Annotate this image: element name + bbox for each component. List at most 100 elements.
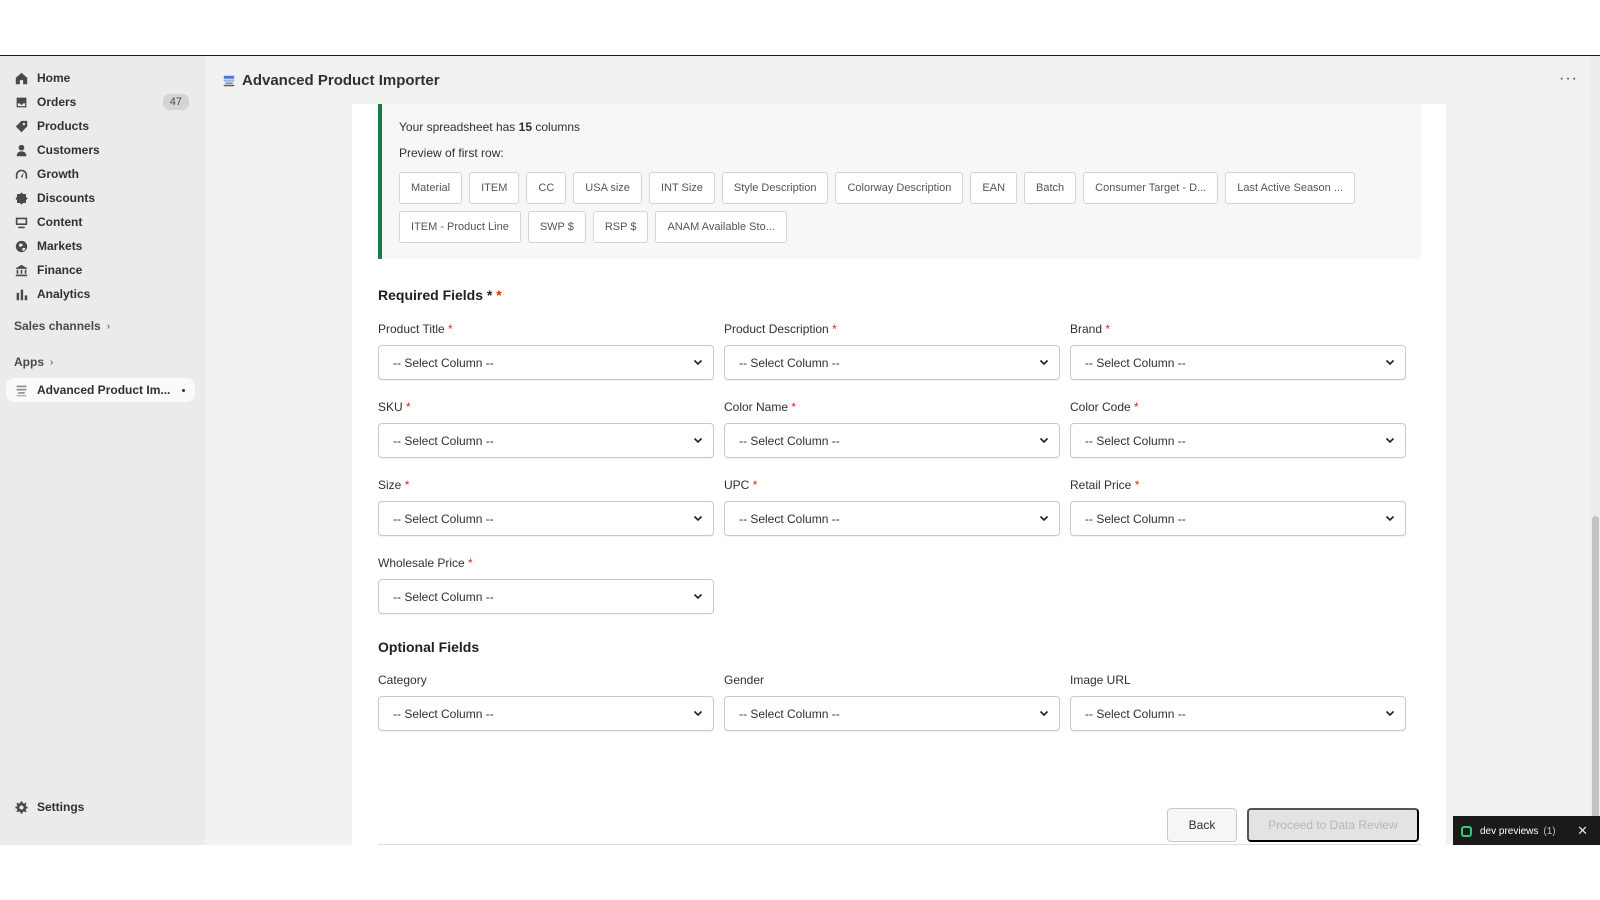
sidebar-item-label: Settings <box>37 800 85 814</box>
bar-chart-icon <box>14 287 28 301</box>
sidebar-item-markets[interactable]: Markets <box>6 234 195 258</box>
image-url-select[interactable]: -- Select Column -- <box>1070 696 1406 731</box>
wholesale-price-select[interactable]: -- Select Column -- <box>378 579 714 614</box>
field-label: Wholesale Price * <box>378 556 714 571</box>
preview-chip: RSP $ <box>592 211 649 243</box>
field-label-text: Size <box>378 478 402 492</box>
field-color-code: Color Code * -- Select Column -- <box>1070 400 1406 458</box>
sidebar-item-orders[interactable]: Orders 47 <box>6 90 195 114</box>
field-label: Size * <box>378 478 714 493</box>
sidebar-item-label: Growth <box>37 167 79 181</box>
select-value: -- Select Column -- <box>393 511 494 526</box>
dev-previews-label: dev previews <box>1480 825 1539 837</box>
field-label: Product Title * <box>378 322 714 337</box>
field-label: Brand * <box>1070 322 1406 337</box>
required-star: * <box>496 287 502 303</box>
home-icon <box>14 71 28 85</box>
select-value: -- Select Column -- <box>1085 511 1186 526</box>
field-product-description: Product Description * -- Select Column -… <box>724 322 1060 380</box>
preview-chip: Consumer Target - D... <box>1083 172 1219 204</box>
sidebar-item-content[interactable]: Content <box>6 210 195 234</box>
chevron-down-icon <box>1039 356 1049 370</box>
more-actions-button[interactable]: ··· <box>1559 70 1578 88</box>
chevron-right-icon: › <box>106 320 111 332</box>
app-header: Advanced Product Importer ··· <box>205 56 1600 105</box>
gear-icon <box>14 800 28 814</box>
sidebar-item-label: Markets <box>37 239 83 253</box>
sidebar-item-growth[interactable]: Growth <box>6 162 195 186</box>
field-image-url: Image URL -- Select Column -- <box>1070 673 1406 731</box>
preview-chip: ANAM Available Sto... <box>655 211 787 243</box>
sales-channels-label: Sales channels <box>14 319 101 333</box>
field-label: Color Name * <box>724 400 1060 415</box>
color-code-select[interactable]: -- Select Column -- <box>1070 423 1406 458</box>
required-marker: * <box>752 478 758 492</box>
sidebar-item-home[interactable]: Home <box>6 66 195 90</box>
field-sku: SKU * -- Select Column -- <box>378 400 714 458</box>
required-title-text: Required Fields * <box>378 287 497 303</box>
field-label: Category <box>378 673 427 687</box>
sidebar-item-analytics[interactable]: Analytics <box>6 282 195 306</box>
gender-select[interactable]: -- Select Column -- <box>724 696 1060 731</box>
chevron-down-icon <box>1385 434 1395 448</box>
close-icon[interactable]: ✕ <box>1577 823 1588 839</box>
retail-price-select[interactable]: -- Select Column -- <box>1070 501 1406 536</box>
chevron-down-icon <box>1385 356 1395 370</box>
proceed-button[interactable]: Proceed to Data Review <box>1247 808 1419 842</box>
sidebar-item-label: Finance <box>37 263 83 277</box>
category-select[interactable]: -- Select Column -- <box>378 696 714 731</box>
person-icon <box>14 143 28 157</box>
preview-label: Preview of first row: <box>399 146 504 160</box>
brand-select[interactable]: -- Select Column -- <box>1070 345 1406 380</box>
upc-select[interactable]: -- Select Column -- <box>724 501 1060 536</box>
column-count-suffix: columns <box>532 120 581 134</box>
product-description-select[interactable]: -- Select Column -- <box>724 345 1060 380</box>
sidebar-item-active-app[interactable]: Advanced Product Im... <box>6 378 195 402</box>
field-label-text: Color Code <box>1070 400 1131 414</box>
product-title-select[interactable]: -- Select Column -- <box>378 345 714 380</box>
chevron-down-icon <box>1385 707 1395 721</box>
required-marker: * <box>448 322 453 336</box>
required-marker: * <box>832 322 837 336</box>
required-marker: * <box>1134 478 1140 492</box>
field-label: Product Description * <box>724 322 1060 337</box>
select-value: -- Select Column -- <box>393 433 494 448</box>
preview-chip: Material <box>399 172 463 204</box>
select-value: -- Select Column -- <box>393 589 494 604</box>
field-label: Color Code * <box>1070 400 1406 415</box>
required-marker: * <box>1134 400 1139 414</box>
required-marker: * <box>406 400 411 414</box>
sidebar-item-products[interactable]: Products <box>6 114 195 138</box>
select-value: -- Select Column -- <box>1085 706 1186 721</box>
scrollbar-thumb[interactable] <box>1592 516 1599 845</box>
sidebar-item-label: Home <box>37 71 71 85</box>
color-name-select[interactable]: -- Select Column -- <box>724 423 1060 458</box>
back-button[interactable]: Back <box>1167 808 1237 842</box>
dev-previews-bar[interactable]: dev previews (1) ✕ <box>1453 816 1600 845</box>
orders-count-badge: 47 <box>162 94 189 110</box>
sidebar-sales-channels[interactable]: Sales channels › <box>14 319 110 333</box>
page-scrollbar[interactable] <box>1590 56 1600 845</box>
preview-chip: EAN <box>970 172 1018 204</box>
select-value: -- Select Column -- <box>739 511 840 526</box>
chevron-down-icon <box>693 590 703 604</box>
size-select[interactable]: -- Select Column -- <box>378 501 714 536</box>
spreadsheet-info-banner: Your spreadsheet has 15 columns Preview … <box>378 104 1421 259</box>
sidebar-item-discounts[interactable]: Discounts <box>6 186 195 210</box>
required-marker: * <box>1105 322 1111 336</box>
select-value: -- Select Column -- <box>739 706 840 721</box>
sidebar-item-settings[interactable]: Settings <box>6 795 195 819</box>
sidebar-item-customers[interactable]: Customers <box>6 138 195 162</box>
page-title: Advanced Product Importer <box>223 72 440 89</box>
field-label-text: Product Description <box>724 322 829 336</box>
sidebar-apps[interactable]: Apps › <box>14 355 53 369</box>
preview-chip: ITEM - Product Line <box>399 211 521 243</box>
sku-select[interactable]: -- Select Column -- <box>378 423 714 458</box>
chevron-down-icon <box>1039 434 1049 448</box>
bank-icon <box>14 263 28 277</box>
tag-icon <box>14 119 28 133</box>
preview-chip: Batch <box>1024 172 1077 204</box>
sidebar-item-finance[interactable]: Finance <box>6 258 195 282</box>
field-retail-price: Retail Price * -- Select Column -- <box>1070 478 1406 536</box>
field-wholesale-price: Wholesale Price * -- Select Column -- <box>378 556 714 614</box>
